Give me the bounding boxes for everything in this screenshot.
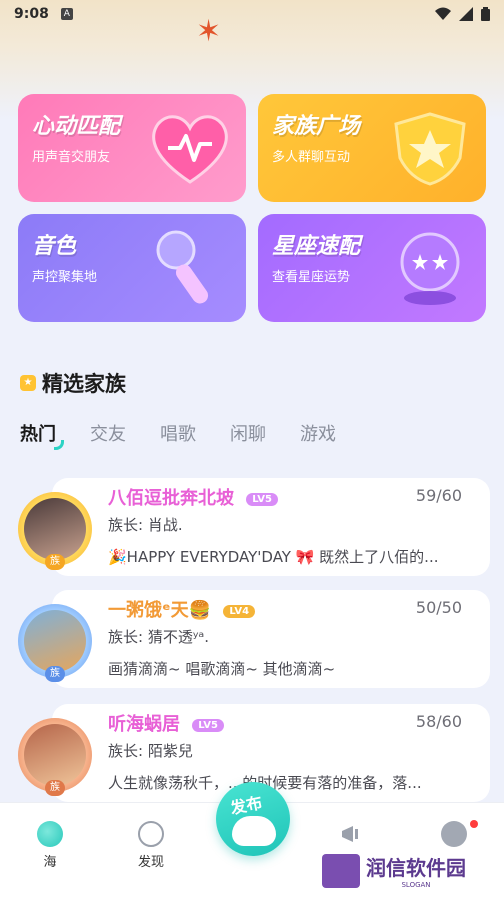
crystal-ball-icon [400, 232, 460, 305]
family-name: 听海蜗居 [108, 714, 180, 735]
nav-label: 海 [43, 855, 57, 870]
card-family-square[interactable]: 家族广场 多人群聊互动 [258, 94, 486, 202]
tab-hot[interactable]: 热门 [20, 420, 64, 450]
level-badge: LV5 [192, 718, 224, 732]
tab-games[interactable]: 游戏 [300, 420, 336, 446]
active-tab-indicator [54, 440, 64, 450]
family-leader: 族长: 肖战. [108, 516, 183, 534]
heart-pulse-icon [152, 115, 228, 184]
avatar-image [24, 498, 86, 560]
publish-button[interactable]: 发布 [216, 782, 290, 856]
sea-icon [37, 821, 63, 847]
tab-friends[interactable]: 交友 [90, 420, 126, 446]
nav-label: 发现 [137, 855, 164, 870]
family-name: 八佰逗批奔北坡 [108, 488, 234, 509]
wifi-icon [435, 7, 451, 20]
status-indicator: A [60, 8, 73, 20]
nav-broadcast[interactable] [322, 821, 382, 851]
family-description: 人生就像荡秋千，...的时候要有落的准备，落... [108, 772, 484, 793]
family-name-row: 一粥饿ᵉ天🍔 LV4 [108, 596, 256, 622]
status-bar: 9:08 A [0, 0, 504, 28]
family-tabs: 热门 交友 唱歌 闲聊 游戏 [20, 420, 336, 450]
family-badge: 族 [45, 780, 65, 796]
megaphone-icon [342, 826, 358, 842]
watermark-logo [322, 853, 360, 888]
card-voice[interactable]: 音色 声控聚集地 [18, 214, 246, 322]
tab-chat[interactable]: 闲聊 [230, 420, 266, 446]
family-name: 一粥饿ᵉ天🍔 [108, 600, 212, 621]
signal-icon [459, 7, 473, 21]
family-badge: 族 [45, 554, 65, 570]
family-item[interactable]: 族 一粥饿ᵉ天🍔 LV4 50/50 族长: 猜不透ʸᵃ. 画猜滴滴~ 唱歌滴滴… [14, 590, 490, 688]
notification-dot [470, 820, 478, 828]
card-heart-match[interactable]: 心动匹配 用声音交朋友 [18, 94, 246, 202]
level-badge: LV4 [223, 604, 256, 618]
avatar-image [24, 610, 86, 672]
family-leader: 族长: 猜不透ʸᵃ. [108, 628, 210, 646]
watermark: 润信软件园 SLOGAN [322, 852, 466, 889]
family-badge: 族 [45, 666, 65, 682]
publish-label: 发布 [228, 792, 264, 819]
avatar[interactable]: 族 [14, 714, 96, 796]
family-description: 画猜滴滴~ 唱歌滴滴~ 其他滴滴~ [108, 660, 336, 678]
microphone-icon [156, 230, 209, 304]
nav-home[interactable]: 海 [20, 821, 80, 870]
family-description: 🎉HAPPY EVERYDAY'DAY 🎀 既然上了八佰的... [108, 548, 439, 566]
section-title-text: 精选家族 [42, 372, 126, 396]
nav-discover[interactable]: 发现 [121, 821, 181, 870]
chat-face-icon [441, 821, 467, 847]
family-item[interactable]: 族 八佰逗批奔北坡 LV5 59/60 族长: 肖战. 🎉HAPPY EVERY… [14, 478, 490, 576]
family-name-row: 八佰逗批奔北坡 LV5 [108, 484, 278, 510]
avatar-image [24, 724, 86, 786]
status-time: 9:08 [14, 6, 49, 22]
featured-icon: ★ [20, 375, 36, 391]
tab-label: 热门 [20, 424, 56, 445]
member-count: 58/60 [415, 712, 462, 731]
battery-icon [481, 7, 490, 21]
card-zodiac-match[interactable]: 星座速配 查看星座运势 [258, 214, 486, 322]
star-shield-icon [394, 112, 466, 186]
level-badge: LV5 [246, 492, 278, 506]
section-title: ★ 精选家族 [20, 368, 126, 398]
family-name-row: 听海蜗居 LV5 [108, 710, 224, 736]
compass-icon [138, 821, 164, 847]
member-count: 59/60 [415, 486, 462, 505]
watermark-slogan: SLOGAN [401, 881, 431, 889]
member-count: 50/50 [415, 598, 462, 617]
avatar[interactable]: 族 [14, 488, 96, 570]
watermark-text: 润信软件园 [366, 856, 466, 880]
status-icons [435, 7, 490, 21]
tab-singing[interactable]: 唱歌 [160, 420, 196, 446]
avatar[interactable]: 族 [14, 600, 96, 682]
ghost-face-icon [232, 816, 276, 846]
family-leader: 族长: 陌紫兒 [108, 742, 193, 760]
